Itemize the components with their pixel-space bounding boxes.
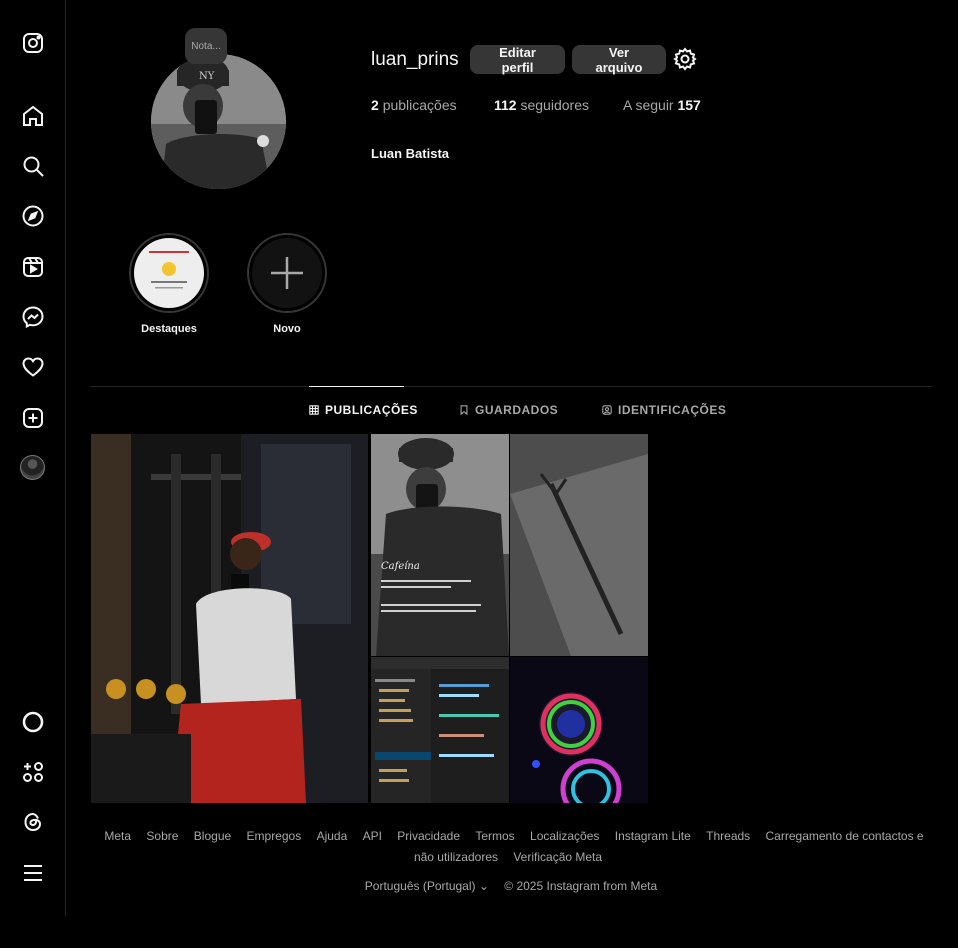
active-tab-indicator <box>309 386 404 387</box>
copyright: © 2025 Instagram from Meta <box>504 879 658 893</box>
full-name: Luan Batista <box>371 146 450 161</box>
highlight-label: Novo <box>273 323 301 335</box>
language-selector[interactable]: Português (Portugal) ⌄ <box>365 879 489 893</box>
reels-icon[interactable] <box>20 254 46 280</box>
footer-link[interactable]: Instagram Lite <box>615 829 691 843</box>
footer-link[interactable]: Blogue <box>194 829 231 843</box>
view-archive-button[interactable]: Ver arquivo <box>572 45 666 75</box>
highlight-destaques[interactable]: Destaques <box>129 233 209 335</box>
grid-icon <box>309 405 319 415</box>
post-collage[interactable]: Cafeína <box>371 434 648 803</box>
tab-tagged[interactable]: IDENTIFICAÇÕES <box>602 403 726 417</box>
footer-link[interactable]: Privacidade <box>397 829 460 843</box>
also-from-meta-icon[interactable] <box>20 759 46 785</box>
tabs-divider <box>90 386 932 387</box>
footer-link[interactable]: API <box>363 829 382 843</box>
create-icon[interactable] <box>20 405 46 431</box>
explore-icon[interactable] <box>20 203 46 229</box>
threads-circle-icon[interactable] <box>20 709 46 735</box>
bookmark-icon <box>460 405 468 415</box>
sidebar-nav <box>0 0 66 916</box>
svg-text:NY: NY <box>199 71 215 82</box>
followers-count[interactable]: 112 seguidores <box>494 97 589 113</box>
profile-avatar[interactable] <box>20 455 45 480</box>
highlight-label: Destaques <box>141 323 197 335</box>
profile-picture[interactable]: NY <box>151 54 286 189</box>
edit-profile-button[interactable]: Editar perfil <box>470 45 565 75</box>
post-caption: Cafeína <box>381 561 420 572</box>
username: luan_prins <box>371 49 459 70</box>
footer-link[interactable]: Empregos <box>247 829 302 843</box>
threads-icon[interactable] <box>20 809 46 835</box>
posts-count: 2 publicações <box>371 97 457 113</box>
highlight-new[interactable]: Novo <box>247 233 327 335</box>
settings-gear-icon[interactable] <box>673 47 697 71</box>
footer-link[interactable]: Termos <box>475 829 514 843</box>
menu-icon[interactable] <box>20 860 46 886</box>
footer-links: Meta Sobre Blogue Empregos Ajuda API Pri… <box>90 826 932 868</box>
instagram-logo-icon[interactable] <box>20 30 46 56</box>
footer-link[interactable]: Localizações <box>530 829 599 843</box>
messenger-icon[interactable] <box>20 304 46 330</box>
home-icon[interactable] <box>20 103 46 129</box>
tab-posts[interactable]: PUBLICAÇÕES <box>309 403 418 417</box>
tab-saved[interactable]: GUARDADOS <box>459 403 558 417</box>
plus-icon <box>271 257 303 289</box>
footer-link[interactable]: Sobre <box>146 829 178 843</box>
footer-bottom: Português (Portugal) ⌄ © 2025 Instagram … <box>90 879 932 893</box>
chevron-down-icon: ⌄ <box>478 879 489 893</box>
footer-link[interactable]: Ajuda <box>317 829 348 843</box>
heart-icon[interactable] <box>20 354 46 380</box>
note-bubble[interactable]: Nota... <box>185 28 227 64</box>
tagged-user-icon <box>602 405 612 415</box>
footer-link[interactable]: Threads <box>706 829 750 843</box>
following-count[interactable]: A seguir 157 <box>623 97 701 113</box>
footer-link[interactable]: Meta <box>104 829 131 843</box>
post-gym-selfie[interactable] <box>91 434 368 803</box>
search-icon[interactable] <box>20 153 46 179</box>
footer-link[interactable]: Verificação Meta <box>513 850 602 864</box>
